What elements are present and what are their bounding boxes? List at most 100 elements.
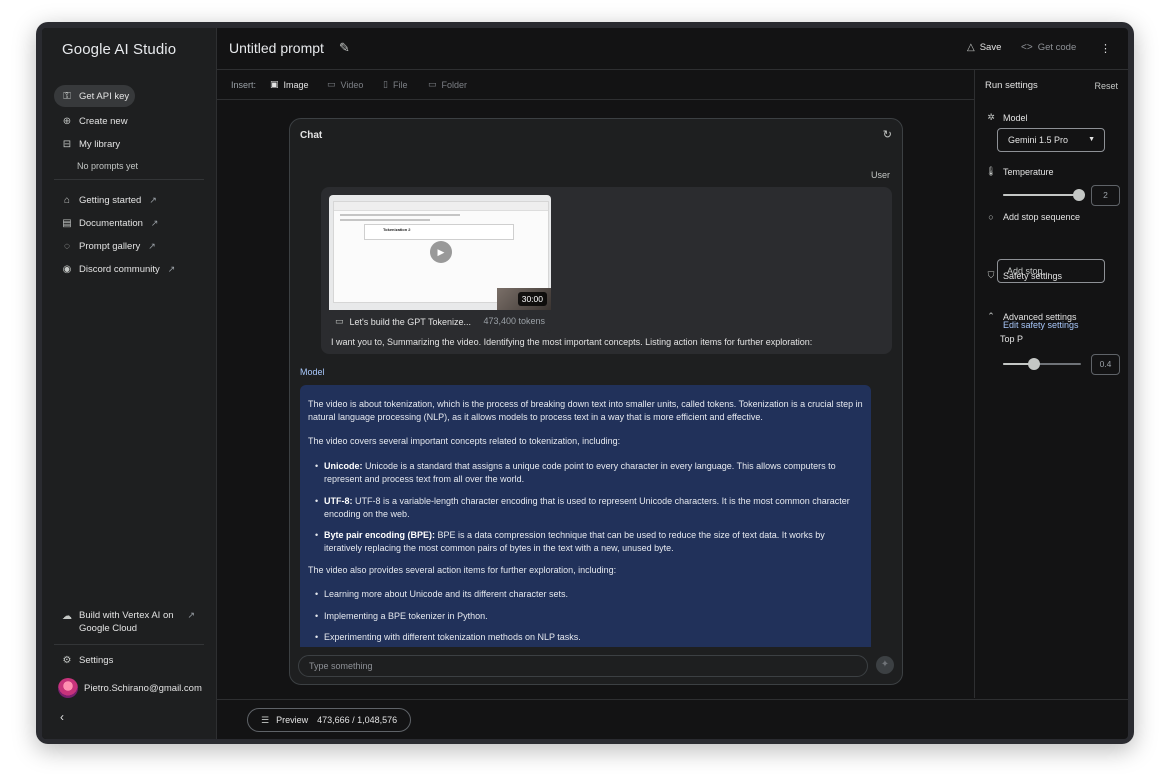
key-icon: ⚿: [63, 90, 71, 102]
bullet-text: Learning more about Unicode and its diff…: [324, 589, 568, 599]
video-info: ▭ Let's build the GPT Tokenize...: [335, 316, 471, 327]
vertex-ai-link[interactable]: ☁ Build with Vertex AI on Google Cloud ↗: [54, 610, 201, 640]
run-settings-panel: Run settings Reset ✲ Model Gemini 1.5 Pr…: [974, 70, 1128, 698]
sidebar: Google AI Studio ⚿ Get API key ⊕ Create …: [42, 28, 217, 739]
save-button[interactable]: △ Save: [967, 42, 1001, 53]
vertex-label-line1: Build with Vertex AI on: [79, 610, 174, 621]
top-p-slider[interactable]: [1003, 358, 1081, 370]
bullet-title: Byte pair encoding (BPE):: [324, 530, 436, 540]
vertex-label-line2: Google Cloud: [79, 622, 138, 634]
stop-sequence-label-text: Add stop sequence: [1003, 212, 1081, 222]
stop-circle-icon: ○: [988, 212, 994, 222]
slider-handle[interactable]: [1073, 189, 1085, 201]
insert-file-button[interactable]: ▯ File: [383, 79, 407, 90]
external-link-icon: ↗: [187, 610, 196, 620]
chat-panel: Chat ↻ User Tokenization 2 ▶ 30:00 ▭ Let…: [289, 118, 903, 685]
edit-title-icon[interactable]: ✎: [339, 40, 350, 56]
external-link-icon: ↗: [148, 240, 156, 251]
user-email: Pietro.Schirano@gmail.com: [84, 682, 202, 694]
chat-input-wrapper: [298, 655, 868, 677]
chevron-left-icon: ‹: [60, 710, 64, 724]
sidebar-item-label: Prompt gallery: [79, 240, 141, 252]
sidebar-item-label: Getting started: [79, 194, 142, 206]
chevron-up-icon: ⌃: [987, 311, 995, 321]
my-library-button[interactable]: ⊟ My library: [54, 133, 126, 155]
insert-image-label: Image: [283, 79, 309, 90]
cloud-icon: ☁: [62, 611, 72, 622]
insert-toolbar: Insert: ▣ Image ▭ Video ▯ File ▭ Folder: [217, 70, 974, 100]
external-link-icon: ↗: [149, 194, 157, 205]
file-icon: ▯: [383, 79, 388, 89]
reset-button[interactable]: Reset: [1094, 81, 1118, 91]
get-api-key-button[interactable]: ⚿ Get API key: [54, 85, 136, 107]
chat-title: Chat: [300, 130, 323, 141]
video-thumbnail: Tokenization 2 ▶ 30:00: [329, 195, 551, 310]
insert-folder-label: Folder: [441, 79, 468, 90]
list-item: UTF-8: UTF-8 is a variable-length charac…: [315, 495, 864, 520]
document-icon: ▤: [62, 217, 72, 229]
advanced-label-text: Advanced settings: [1003, 311, 1077, 322]
settings-button[interactable]: ⚙ Settings: [54, 649, 119, 671]
sidebar-item-label: Discord community: [79, 263, 160, 275]
create-new-label: Create new: [79, 115, 128, 127]
insert-image-button[interactable]: ▣ Image: [270, 79, 309, 90]
footer: ☰ Preview 473,666 / 1,048,576: [217, 699, 1128, 739]
more-options-icon[interactable]: ⋮: [1100, 42, 1111, 55]
avatar: [58, 678, 78, 698]
lines-icon: ☰: [261, 714, 270, 725]
insert-video-button[interactable]: ▭ Video: [327, 79, 363, 90]
model-role-label: Model: [300, 367, 325, 377]
chat-input[interactable]: [299, 656, 867, 676]
app: Google AI Studio ⚿ Get API key ⊕ Create …: [42, 28, 1128, 739]
send-icon[interactable]: ✦: [876, 656, 894, 674]
temperature-label-text: Temperature: [1003, 166, 1054, 177]
get-code-button[interactable]: <> Get code: [1021, 42, 1076, 53]
sidebar-item-discord[interactable]: ◉ Discord community ↗: [54, 258, 181, 280]
play-icon[interactable]: ▶: [430, 241, 452, 263]
header: Untitled prompt ✎ △ Save <> Get code ⋮: [217, 28, 1128, 70]
response-paragraph: The video covers several important conce…: [308, 436, 621, 446]
save-label: Save: [979, 42, 1002, 53]
sidebar-item-documentation[interactable]: ▤ Documentation ↗: [54, 212, 164, 234]
gear-icon: ⚙: [62, 654, 72, 666]
model-label-text: Model: [1003, 112, 1028, 123]
safety-label-text: Safety settings: [1003, 270, 1063, 281]
sidebar-item-label: Documentation: [79, 217, 143, 229]
response-paragraph: The video is about tokenization, which i…: [308, 399, 863, 422]
temperature-slider[interactable]: [1003, 189, 1085, 201]
advanced-settings-toggle[interactable]: ⌃ Advanced settings: [985, 311, 1077, 322]
preview-button[interactable]: ☰ Preview 473,666 / 1,048,576: [247, 708, 412, 732]
temperature-label: 🌡︎ Temperature: [985, 166, 1054, 177]
model-select[interactable]: Gemini 1.5 Pro ▼: [997, 128, 1105, 152]
brand-logo: Google AI Studio: [62, 41, 177, 58]
temperature-value[interactable]: 2: [1091, 185, 1120, 206]
list-item: Implementing a BPE tokenizer in Python.: [315, 610, 864, 623]
video-icon: ▭: [327, 79, 336, 89]
insert-folder-button[interactable]: ▭ Folder: [428, 79, 467, 90]
top-p-value[interactable]: 0.4: [1091, 354, 1120, 375]
create-new-button[interactable]: ⊕ Create new: [54, 110, 134, 132]
slider-handle[interactable]: [1028, 358, 1041, 370]
get-code-label: Get code: [1037, 42, 1077, 53]
thumbnail-bar: [334, 202, 548, 211]
my-library-label: My library: [79, 138, 121, 150]
list-item: Experimenting with different tokenizatio…: [315, 631, 864, 644]
plus-circle-icon: ⊕: [62, 115, 72, 127]
slider-fill: [1003, 194, 1079, 196]
video-token-count: 473,400 tokens: [483, 316, 545, 326]
sidebar-item-getting-started[interactable]: ⌂ Getting started ↗: [54, 189, 163, 211]
bullet-text: Implementing a BPE tokenizer in Python.: [324, 611, 488, 621]
video-title: Let's build the GPT Tokenize...: [349, 316, 471, 327]
page-title[interactable]: Untitled prompt: [229, 40, 324, 56]
refresh-icon[interactable]: ↻: [883, 128, 892, 141]
run-settings-title: Run settings: [985, 80, 1038, 91]
collapse-sidebar-button[interactable]: ‹: [54, 706, 70, 728]
bullet-text: Experimenting with different tokenizatio…: [324, 632, 581, 642]
top-p-label: Top P: [1000, 334, 1024, 344]
account-button[interactable]: Pietro.Schirano@gmail.com: [52, 677, 208, 699]
model-icon: ✲: [987, 112, 995, 122]
bullet-text: UTF-8 is a variable-length character enc…: [324, 496, 850, 519]
safety-settings-label: ⛉ Safety settings: [985, 270, 1062, 281]
sidebar-item-prompt-gallery[interactable]: ◌ Prompt gallery ↗: [54, 235, 162, 257]
video-attachment[interactable]: Tokenization 2 ▶ 30:00 ▭ Let's build the…: [329, 195, 551, 333]
